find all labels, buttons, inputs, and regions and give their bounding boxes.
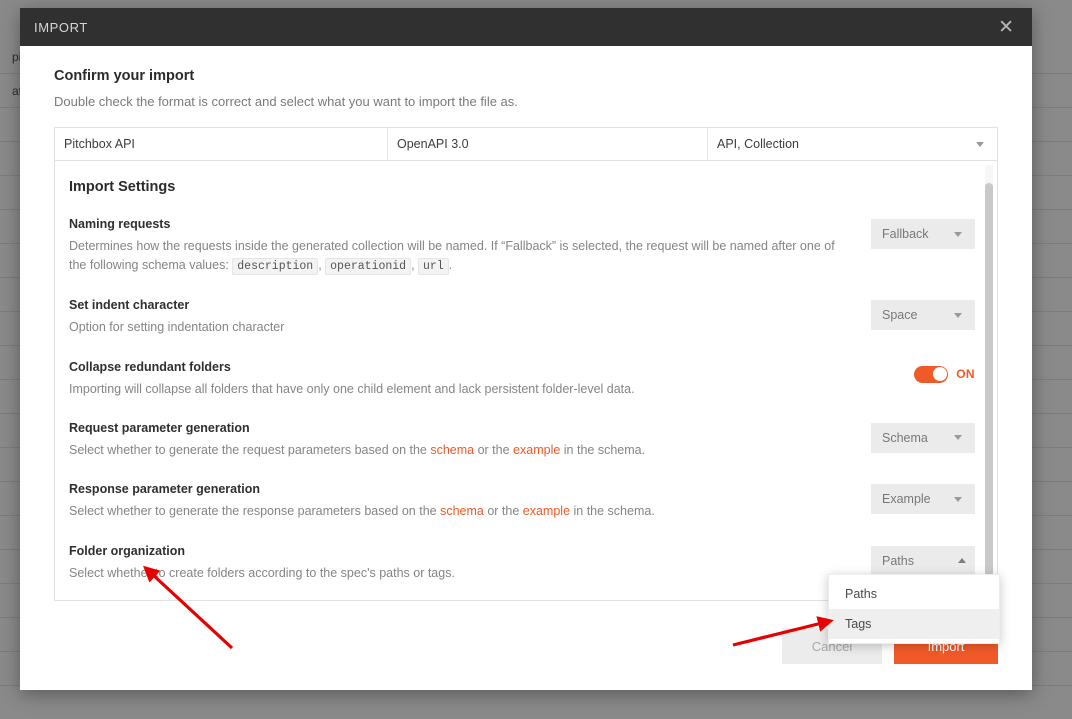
import-as-value: API, Collection [717,137,799,151]
setting-indent-character: Set indent character Option for setting … [69,298,975,337]
setting-control: Schema [871,421,975,453]
setting-control: ON [871,360,975,383]
modal-header: IMPORT ✕ [20,8,1032,46]
desc-text: in the schema. [570,504,655,519]
desc-text: Select whether to generate the request p… [69,442,431,457]
setting-control: Space [871,298,975,331]
response-parameter-select[interactable]: Example [871,484,975,515]
chevron-down-icon [976,141,984,147]
toggle-state-label: ON [956,367,975,382]
dropdown-option-paths[interactable]: Paths [829,579,999,609]
import-settings-heading: Import Settings [69,179,176,195]
select-value: Space [882,308,918,323]
setting-control: Example [871,482,975,515]
setting-control: Paths [871,544,975,576]
setting-text: Collapse redundant folders Importing wil… [69,360,871,399]
setting-description: Select whether to generate the response … [69,502,847,521]
chevron-down-icon [954,231,962,237]
folder-organization-dropdown: Paths Tags [828,574,1000,644]
import-settings-list: Import Settings Naming requests Determin… [55,161,997,600]
desc-text: or the [483,504,523,519]
naming-requests-select[interactable]: Fallback [871,219,975,249]
modal-title: IMPORT [34,19,88,35]
setting-response-parameter-generation: Response parameter generation Select whe… [69,482,975,521]
setting-collapse-folders: Collapse redundant folders Importing wil… [69,360,975,399]
select-value: Paths [882,553,914,568]
schema-link[interactable]: schema [440,504,484,518]
setting-description: Select whether to generate the request p… [69,441,847,460]
setting-title: Naming requests [69,217,171,231]
chevron-down-icon [954,312,962,318]
setting-title: Set indent character [69,298,190,313]
setting-text: Request parameter generation Select whet… [69,421,871,460]
select-value: Example [882,492,931,507]
setting-title: Folder organization [69,543,185,558]
collapse-folders-toggle[interactable] [914,365,949,383]
indent-character-select[interactable]: Space [871,300,975,331]
file-name-cell: Pitchbox API [55,128,388,160]
settings-scrollbar-thumb[interactable] [985,183,993,600]
setting-description: Select whether to create folders accordi… [69,565,455,580]
desc-text: or the [474,442,514,457]
confirm-subtitle: Double check the format is correct and s… [54,94,518,109]
chevron-down-icon [954,496,962,502]
file-format-cell: OpenAPI 3.0 [388,128,708,160]
setting-title: Response parameter generation [69,482,261,497]
close-icon[interactable]: ✕ [994,16,1018,39]
dropdown-option-tags[interactable]: Tags [829,609,999,639]
setting-text: Response parameter generation Select whe… [69,482,871,521]
setting-naming-requests: Naming requests Determines how the reque… [69,217,975,276]
collapse-folders-toggle-wrap: ON [914,362,975,383]
modal-body: Confirm your import Double check the for… [20,46,1032,614]
toggle-knob [932,367,947,382]
select-value: Schema [882,430,928,445]
desc-end: . [448,258,453,273]
schema-link[interactable]: schema [430,443,474,457]
example-link[interactable]: example [523,504,570,518]
folder-organization-select[interactable]: Paths [871,545,975,576]
import-settings-panel: Import Settings Naming requests Determin… [54,161,998,601]
setting-text: Set indent character Option for setting … [69,298,871,337]
desc-sep: , [411,258,419,273]
setting-description: Determines how the requests inside the g… [69,237,847,276]
confirm-title: Confirm your import [54,68,195,84]
setting-description: Importing will collapse all folders that… [69,381,635,396]
setting-control: Fallback [871,217,975,249]
chevron-down-icon [954,435,962,441]
file-summary-strip: Pitchbox API OpenAPI 3.0 API, Collection [54,127,998,161]
setting-title: Collapse redundant folders [69,359,231,374]
code-operationid: operationid [325,258,412,276]
request-parameter-select[interactable]: Schema [871,422,975,453]
setting-text: Naming requests Determines how the reque… [69,217,871,276]
code-url: url [418,258,449,276]
example-link[interactable]: example [513,443,560,457]
desc-text: in the schema. [560,442,646,457]
select-value: Fallback [882,227,929,241]
setting-text: Folder organization Select whether to cr… [69,544,871,583]
setting-description: Option for setting indentation character [69,320,285,335]
setting-request-parameter-generation: Request parameter generation Select whet… [69,421,975,460]
code-description: description [232,258,319,276]
setting-title: Request parameter generation [69,420,250,435]
import-as-select[interactable]: API, Collection [708,128,997,160]
desc-text: Select whether to generate the response … [69,504,441,519]
chevron-up-icon [958,558,966,564]
